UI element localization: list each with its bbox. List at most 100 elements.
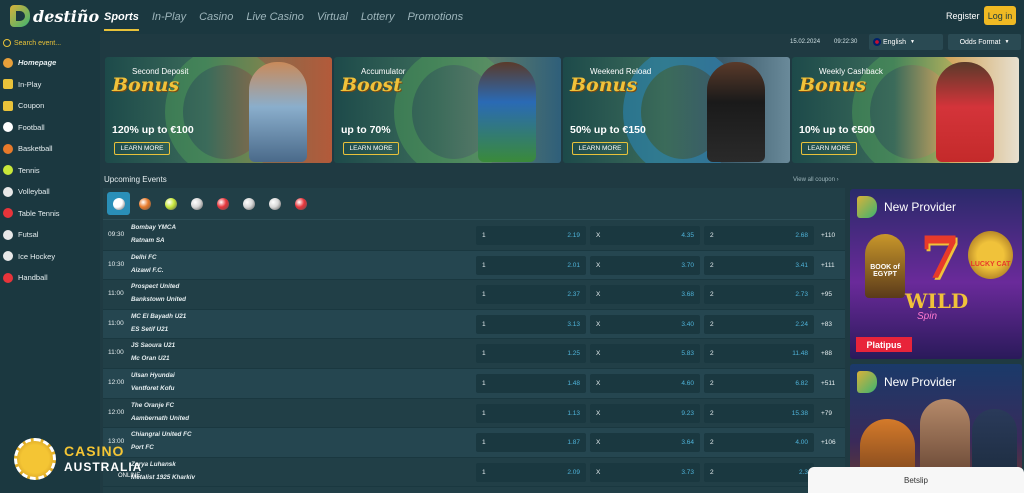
odds-button[interactable]: X 3.73: [590, 462, 700, 482]
event-row[interactable]: 09:30 Bombay YMCA Ratnam SA 1 2.19 X 4.35 2 2.68…: [103, 221, 845, 251]
event-row[interactable]: 10:30 Delhi FC Aizawl F.C. 1 2.01 X 3.70 2 3.41 +…: [103, 250, 845, 281]
event-row[interactable]: 11:00 JS Saoura U21 Mc Oran U21 1 1.25 X 5.83 2…: [103, 339, 845, 369]
sport-tab[interactable]: [289, 192, 312, 215]
odds-button[interactable]: 2 2.24: [704, 314, 814, 334]
betslip-tab[interactable]: Betslip: [808, 467, 1024, 493]
sidebar-item[interactable]: Homepage: [0, 52, 100, 74]
odds-button[interactable]: 1 3.13: [476, 314, 586, 334]
sport-tab[interactable]: [211, 192, 234, 215]
odds-outcome-label: X: [596, 468, 601, 476]
sidebar-item[interactable]: Coupon: [0, 95, 100, 117]
more-markets-link[interactable]: +111: [821, 262, 835, 269]
nav-sports[interactable]: Sports: [104, 11, 139, 31]
sidebar-item-label: Volleyball: [18, 187, 50, 197]
event-row[interactable]: Zorya Luhansk Metalist 1925 Kharkiv 1 2.09 X…: [103, 458, 845, 488]
odds-button[interactable]: X 4.35: [590, 226, 700, 245]
odds-button[interactable]: 2 2.68: [704, 226, 814, 245]
nav-casino[interactable]: Casino: [199, 11, 233, 31]
away-team: Port FC: [131, 444, 154, 452]
nav-virtual[interactable]: Virtual: [317, 11, 348, 31]
sidebar-item[interactable]: Handball: [0, 267, 100, 289]
odds-button[interactable]: 2 2.3: [704, 462, 814, 482]
odds-button[interactable]: X 5.83: [590, 344, 700, 364]
nav-lottery[interactable]: Lottery: [361, 11, 395, 31]
odds-button[interactable]: 2 15.38: [704, 403, 814, 423]
odds-value: 4.00: [795, 439, 808, 447]
sport-tabs: [103, 188, 845, 220]
sidebar-item[interactable]: Football: [0, 117, 100, 139]
more-markets-link[interactable]: +106: [821, 439, 836, 446]
odds-value: 6.82: [795, 380, 808, 387]
more-markets-link[interactable]: +95: [821, 291, 832, 298]
odds-button[interactable]: 1 2.37: [476, 285, 586, 305]
promo-new-provider-platipus[interactable]: New Provider BOOK of EGYPT 7 LUCKY CAT W…: [850, 189, 1022, 359]
odds-button[interactable]: 1 1.13: [476, 403, 586, 423]
event-row[interactable]: 13:00 Chiangrai United FC Port FC 1 1.87 X 3.6…: [103, 428, 845, 458]
table-tennis-icon: [216, 197, 229, 210]
logo[interactable]: destiño: [10, 5, 99, 27]
more-markets-link[interactable]: +88: [821, 350, 832, 357]
nav-in-play[interactable]: In-Play: [152, 11, 186, 31]
sidebar-item[interactable]: Volleyball: [0, 181, 100, 203]
nav-promotions[interactable]: Promotions: [407, 11, 463, 31]
odds-button[interactable]: X 4.60: [590, 374, 700, 393]
event-row[interactable]: 12:00 The Oranje FC Aambernath United 1 1.13…: [103, 399, 845, 429]
odds-button[interactable]: 1 2.09: [476, 462, 586, 482]
odds-button[interactable]: 2 2.73: [704, 285, 814, 305]
odds-value: 3.64: [681, 439, 694, 447]
banner-second-deposit[interactable]: Second Deposit Bonus 120% up to €100 LEA…: [105, 57, 332, 163]
learn-more-button[interactable]: LEARN MORE: [114, 142, 170, 155]
sidebar-item[interactable]: Futsal: [0, 224, 100, 246]
upcoming-events-title: Upcoming Events: [104, 175, 167, 184]
odds-button[interactable]: 2 3.41: [704, 255, 814, 275]
sidebar-item[interactable]: Ice Hockey: [0, 246, 100, 268]
odds-button[interactable]: X 3.70: [590, 255, 700, 275]
search-icon: [3, 39, 11, 47]
language-select[interactable]: English ▼: [869, 34, 943, 50]
login-button[interactable]: Log in: [984, 6, 1016, 25]
odds-button[interactable]: 1 2.19: [476, 226, 586, 245]
odds-button[interactable]: 2 11.48: [704, 344, 814, 364]
odds-button[interactable]: 1 2.01: [476, 255, 586, 275]
more-markets-link[interactable]: +110: [821, 232, 835, 239]
banner-weekend-reload[interactable]: Weekend Reload Bonus 50% up to €150 LEAR…: [563, 57, 790, 163]
banner-weekly-cashback[interactable]: Weekly Cashback Bonus 10% up to €500 LEA…: [792, 57, 1019, 163]
view-all-coupon-link[interactable]: View all coupon ›: [793, 177, 839, 183]
sport-tab[interactable]: [159, 192, 182, 215]
search-input[interactable]: Search event...: [0, 34, 100, 52]
odds-button[interactable]: X 3.64: [590, 433, 700, 453]
sport-tab[interactable]: [107, 192, 130, 215]
handball-icon: [294, 197, 307, 210]
sport-tab[interactable]: [263, 192, 286, 215]
sport-tab[interactable]: [185, 192, 208, 215]
nav-live-casino[interactable]: Live Casino: [246, 11, 303, 31]
odds-button[interactable]: 1 1.48: [476, 374, 586, 393]
odds-button[interactable]: 1 1.87: [476, 433, 586, 453]
banner-accumulator[interactable]: Accumulator Boost up to 70% LEARN MORE: [334, 57, 561, 163]
odds-button[interactable]: X 3.68: [590, 285, 700, 305]
sport-tab[interactable]: [133, 192, 156, 215]
sidebar-item[interactable]: Tennis: [0, 160, 100, 182]
event-row[interactable]: 12:00 Ulsan Hyundai Ventforet Kofu 1 1.48 X 4.…: [103, 369, 845, 399]
learn-more-button[interactable]: LEARN MORE: [801, 142, 857, 155]
event-row[interactable]: 11:00 Prospect United Bankstown United 1 2.3…: [103, 280, 845, 310]
odds-button[interactable]: X 3.40: [590, 314, 700, 334]
sidebar-item[interactable]: In-Play: [0, 74, 100, 96]
learn-more-button[interactable]: LEARN MORE: [572, 142, 628, 155]
more-markets-link[interactable]: +79: [821, 410, 832, 417]
sidebar-item[interactable]: Basketball: [0, 138, 100, 160]
more-markets-link[interactable]: +83: [821, 321, 832, 328]
odds-outcome-label: X: [596, 291, 601, 299]
odds-format-select[interactable]: Odds Format ▼: [948, 34, 1021, 50]
event-row[interactable]: 11:00 MC El Bayadh U21 ES Setif U21 1 3.13 X 3…: [103, 309, 845, 340]
more-markets-link[interactable]: +511: [821, 380, 835, 387]
sport-tab[interactable]: [237, 192, 260, 215]
odds-button[interactable]: X 9.23: [590, 403, 700, 423]
register-link[interactable]: Register: [946, 11, 980, 21]
event-time: 11:00: [108, 290, 124, 298]
odds-button[interactable]: 1 1.25: [476, 344, 586, 364]
odds-button[interactable]: 2 6.82: [704, 374, 814, 393]
odds-button[interactable]: 2 4.00: [704, 433, 814, 453]
learn-more-button[interactable]: LEARN MORE: [343, 142, 399, 155]
sidebar-item[interactable]: Table Tennis: [0, 203, 100, 225]
